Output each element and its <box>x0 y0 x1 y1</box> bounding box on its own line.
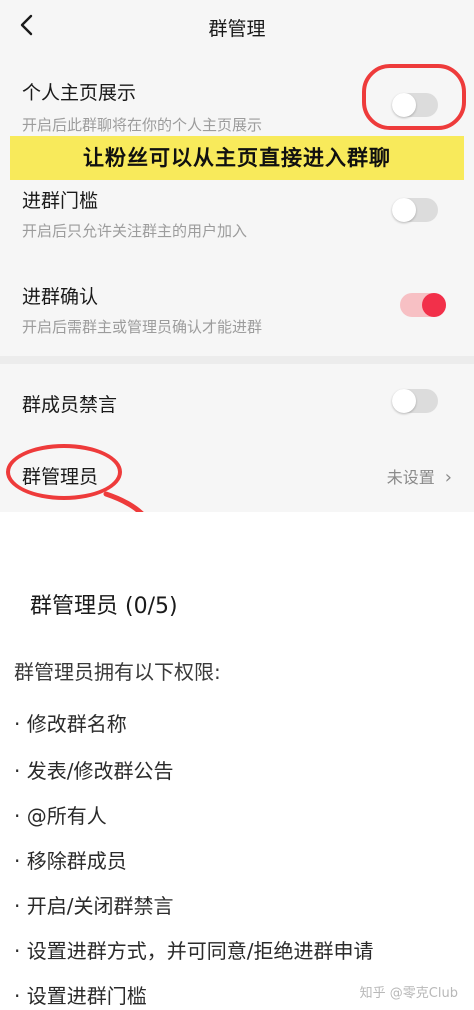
profile-display-desc: 开启后此群聊将在你的个人主页展示 <box>22 116 263 134</box>
join-threshold-label: 进群门槛 <box>22 190 99 212</box>
group-admins-value[interactable]: 未设置 › <box>387 464 452 488</box>
navbar: 群管理 <box>0 0 474 52</box>
chevron-right-icon: › <box>444 467 452 488</box>
page-title: 群管理 <box>208 18 266 40</box>
section-divider <box>0 356 474 364</box>
join-confirm-desc: 开启后需群主或管理员确认才能进群 <box>22 318 263 336</box>
join-confirm-label: 进群确认 <box>22 286 99 308</box>
profile-display-label: 个人主页展示 <box>22 82 137 104</box>
permission-item: · 修改群名称 <box>14 712 127 736</box>
join-confirm-toggle[interactable] <box>400 293 446 317</box>
permission-item: · 发表/修改群公告 <box>14 759 174 783</box>
mute-members-label: 群成员禁言 <box>22 394 118 416</box>
join-threshold-toggle[interactable] <box>392 198 438 222</box>
annotation-banner: 让粉丝可以从主页直接进入群聊 <box>10 136 464 180</box>
group-admins-status: 未设置 <box>386 468 435 487</box>
permission-item: · @所有人 <box>14 804 107 828</box>
admin-panel-title: 群管理员 (0/5) <box>30 594 178 619</box>
permissions-intro: 群管理员拥有以下权限: <box>14 660 221 684</box>
toggle-knob <box>392 389 416 413</box>
join-threshold-desc: 开启后只允许关注群主的用户加入 <box>22 222 248 240</box>
permission-item: · 设置进群方式，并可同意/拒绝进群申请 <box>14 939 374 963</box>
permission-item: · 移除群成员 <box>14 849 127 873</box>
toggle-knob <box>392 198 416 222</box>
permission-item: · 开启/关闭群禁言 <box>14 894 174 918</box>
watermark: 知乎 @零克Club <box>359 986 458 1001</box>
annotation-circle-toggle <box>362 64 466 130</box>
mute-members-toggle[interactable] <box>392 389 438 413</box>
permission-item: · 设置进群门槛 <box>14 984 147 1008</box>
toggle-knob <box>422 293 446 317</box>
